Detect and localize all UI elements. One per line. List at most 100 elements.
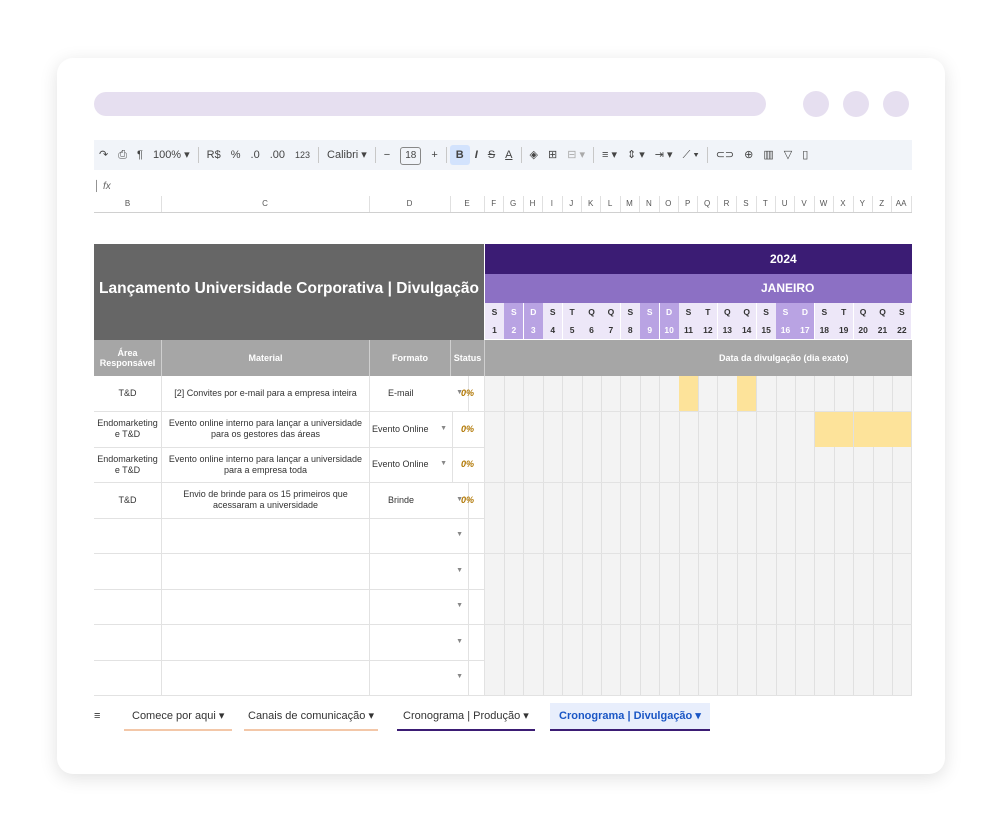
gantt-cell[interactable] [640, 624, 661, 660]
gantt-cell[interactable] [601, 518, 622, 553]
gantt-cell[interactable] [854, 518, 874, 553]
gantt-cell[interactable] [485, 376, 505, 411]
gantt-cell[interactable] [853, 411, 874, 447]
gantt-cell[interactable] [660, 660, 680, 695]
gantt-cell[interactable] [854, 447, 874, 482]
gantt-cell[interactable] [737, 376, 758, 411]
gantt-cell[interactable] [873, 411, 893, 447]
gantt-cell[interactable] [776, 589, 796, 624]
gantt-cell[interactable] [582, 447, 602, 482]
gantt-cell[interactable] [524, 411, 544, 447]
gantt-cell[interactable] [834, 660, 855, 695]
column-header[interactable]: U [775, 196, 796, 212]
gantt-cell[interactable] [892, 624, 912, 660]
gantt-cell[interactable] [834, 624, 855, 660]
print-icon[interactable]: ⎙ [113, 140, 132, 170]
gantt-cell[interactable] [776, 482, 796, 518]
gantt-cell[interactable] [795, 518, 816, 553]
gantt-cell[interactable] [795, 589, 816, 624]
more-icon[interactable]: ▯ [797, 140, 813, 170]
bold-button[interactable]: B [449, 145, 470, 165]
gantt-cell[interactable] [601, 624, 622, 660]
column-header[interactable]: O [659, 196, 679, 212]
gantt-cell[interactable] [504, 376, 525, 411]
column-header[interactable]: B [94, 196, 162, 212]
gantt-cell[interactable] [485, 624, 505, 660]
gantt-cell[interactable] [621, 624, 641, 660]
gantt-cell[interactable] [679, 376, 699, 411]
gantt-cell[interactable] [679, 553, 699, 589]
gantt-cell[interactable] [679, 624, 699, 660]
gantt-cell[interactable] [524, 589, 544, 624]
gantt-cell[interactable] [660, 518, 680, 553]
gantt-cell[interactable] [524, 482, 544, 518]
gantt-cell[interactable] [504, 553, 525, 589]
column-header[interactable]: R [717, 196, 738, 212]
gantt-cell[interactable] [834, 411, 855, 447]
gantt-cell[interactable] [757, 553, 777, 589]
gantt-cell[interactable] [660, 447, 680, 482]
gantt-cell[interactable] [698, 447, 719, 482]
gantt-cell[interactable] [854, 624, 874, 660]
gantt-cell[interactable] [640, 376, 661, 411]
sheets-menu-icon[interactable]: ≡ [94, 703, 100, 729]
gantt-cell[interactable] [563, 589, 583, 624]
gantt-cell[interactable] [524, 624, 544, 660]
gantt-cell[interactable] [757, 411, 777, 447]
gantt-cell[interactable] [563, 660, 583, 695]
gantt-cell[interactable] [582, 482, 602, 518]
gantt-cell[interactable] [640, 482, 661, 518]
column-header[interactable]: I [542, 196, 563, 212]
gantt-cell[interactable] [776, 376, 796, 411]
gantt-cell[interactable] [582, 411, 602, 447]
gantt-cell[interactable] [737, 482, 758, 518]
gantt-cell[interactable] [543, 624, 564, 660]
gantt-cell[interactable] [757, 660, 777, 695]
gantt-cell[interactable] [563, 376, 583, 411]
gantt-cell[interactable] [757, 589, 777, 624]
gantt-cell[interactable] [563, 482, 583, 518]
gantt-cell[interactable] [757, 482, 777, 518]
gantt-cell[interactable] [485, 553, 505, 589]
gantt-cell[interactable] [892, 553, 912, 589]
decrease-decimal-button[interactable]: .0 [246, 140, 265, 170]
gantt-cell[interactable] [621, 376, 641, 411]
column-header[interactable]: S [736, 196, 757, 212]
gantt-cell[interactable] [815, 660, 835, 695]
gantt-cell[interactable] [698, 624, 719, 660]
paint-format-icon[interactable]: ¶ [132, 140, 148, 170]
gantt-cell[interactable] [640, 589, 661, 624]
gantt-cell[interactable] [718, 411, 738, 447]
gantt-cell[interactable] [892, 589, 912, 624]
gantt-cell[interactable] [621, 660, 641, 695]
gantt-cell[interactable] [504, 660, 525, 695]
gantt-cell[interactable] [834, 553, 855, 589]
gantt-cell[interactable] [854, 376, 874, 411]
gantt-cell[interactable] [795, 553, 816, 589]
percent-button[interactable]: % [226, 140, 246, 170]
gantt-cell[interactable] [543, 518, 564, 553]
font-size-input[interactable]: 18 [395, 140, 426, 170]
gantt-cell[interactable] [621, 482, 641, 518]
column-header[interactable]: H [523, 196, 544, 212]
formula-bar[interactable]: │ fx [94, 178, 111, 196]
column-header[interactable]: K [581, 196, 602, 212]
gantt-cell[interactable] [621, 518, 641, 553]
gantt-cell[interactable] [621, 589, 641, 624]
gantt-cell[interactable] [873, 589, 893, 624]
gantt-cell[interactable] [757, 376, 777, 411]
gantt-cell[interactable] [737, 660, 758, 695]
gantt-cell[interactable] [543, 553, 564, 589]
gantt-cell[interactable] [640, 660, 661, 695]
gantt-cell[interactable] [814, 411, 835, 447]
gantt-cell[interactable] [621, 447, 641, 482]
gantt-cell[interactable] [640, 553, 661, 589]
strikethrough-button[interactable]: S [483, 140, 500, 170]
gantt-cell[interactable] [854, 482, 874, 518]
gantt-cell[interactable] [660, 553, 680, 589]
tab-divulgacao[interactable]: Cronograma | Divulgação ▾ [550, 703, 710, 731]
gantt-cell[interactable] [737, 518, 758, 553]
gantt-cell[interactable] [776, 447, 796, 482]
italic-button[interactable]: I [470, 140, 483, 170]
address-bar[interactable] [94, 92, 766, 116]
